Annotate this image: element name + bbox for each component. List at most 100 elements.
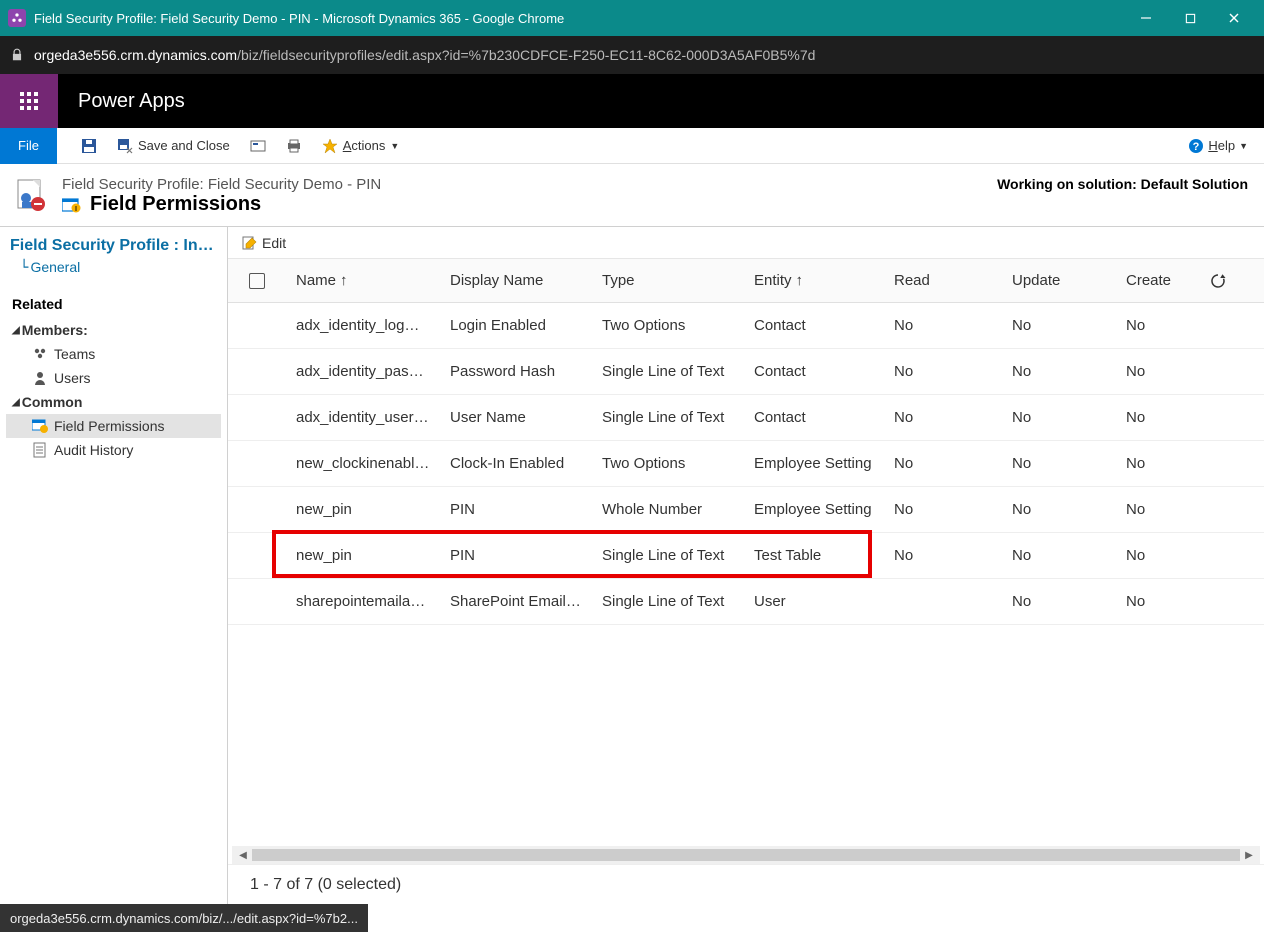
grid-pager: 1 - 7 of 7 (0 selected) [228, 864, 1264, 904]
cell-update: No [1002, 547, 1116, 564]
nav-group-members[interactable]: ◢Members: [6, 318, 221, 342]
select-all-checkbox[interactable] [249, 273, 265, 289]
cell-read: No [884, 455, 1002, 472]
nav-audit-label: Audit History [54, 442, 133, 458]
cell-display-name: Login Enabled [440, 317, 592, 334]
app-launcher-icon[interactable] [0, 74, 58, 128]
nav-teams[interactable]: Teams [6, 342, 221, 366]
table-row[interactable]: adx_identity_pas…Password HashSingle Lin… [228, 349, 1264, 395]
maximize-button[interactable] [1168, 0, 1212, 36]
lock-icon [10, 48, 24, 62]
cell-type: Single Line of Text [592, 593, 744, 610]
cell-name: adx_identity_user… [286, 409, 440, 426]
col-name[interactable]: Name↑ [286, 272, 440, 289]
save-and-close-button[interactable]: Save and Close [107, 132, 240, 160]
window-title: Field Security Profile: Field Security D… [34, 11, 1124, 26]
cell-create: No [1116, 409, 1196, 426]
cell-name: adx_identity_log… [286, 317, 440, 334]
cell-create: No [1116, 547, 1196, 564]
table-row[interactable]: adx_identity_user…User NameSingle Line o… [228, 395, 1264, 441]
sort-asc-icon: ↑ [796, 272, 804, 289]
cell-type: Single Line of Text [592, 409, 744, 426]
help-button[interactable]: ? Help ▼ [1182, 138, 1254, 154]
url-host: orgeda3e556.crm.dynamics.com [34, 47, 237, 63]
cell-entity: Test Table [744, 547, 884, 564]
save-close-label: Save and Close [138, 138, 230, 153]
toolbar: File Save and Close Actions ▼ ? Help ▼ [0, 128, 1264, 164]
audit-icon [32, 442, 48, 458]
scroll-right-icon[interactable]: ▶ [1242, 848, 1256, 862]
cell-entity: User [744, 593, 884, 610]
col-display-name[interactable]: Display Name [440, 272, 592, 289]
cell-read: No [884, 363, 1002, 380]
chevron-down-icon: ▼ [1239, 141, 1248, 151]
cell-entity: Contact [744, 317, 884, 334]
nav-title[interactable]: Field Security Profile : Inf… [6, 235, 221, 257]
cell-name: new_pin [286, 501, 440, 518]
collapse-icon: ◢ [12, 325, 20, 336]
field-permissions-small-icon [32, 418, 48, 434]
refresh-button[interactable] [1196, 272, 1240, 290]
nav-field-permissions[interactable]: Field Permissions [6, 414, 221, 438]
toolbar-icon-1[interactable] [240, 132, 276, 160]
actions-label: Actions [343, 138, 386, 153]
file-menu[interactable]: File [0, 128, 57, 164]
help-icon: ? [1188, 138, 1204, 154]
cell-display-name: PIN [440, 501, 592, 518]
save-button[interactable] [71, 132, 107, 160]
cell-display-name: Password Hash [440, 363, 592, 380]
nav-audit-history[interactable]: Audit History [6, 438, 221, 462]
col-create[interactable]: Create [1116, 272, 1196, 289]
grid: Name↑ Display Name Type Entity↑ Read Upd… [228, 259, 1264, 846]
close-button[interactable] [1212, 0, 1256, 36]
users-icon [32, 370, 48, 386]
save-close-icon [117, 138, 133, 154]
browser-url-bar[interactable]: orgeda3e556.crm.dynamics.com/biz/fieldse… [0, 36, 1264, 74]
col-type[interactable]: Type [592, 272, 744, 289]
grid-toolbar: Edit [228, 227, 1264, 259]
nav-users[interactable]: Users [6, 366, 221, 390]
table-row[interactable]: adx_identity_log…Login EnabledTwo Option… [228, 303, 1264, 349]
scroll-track[interactable] [252, 849, 1240, 861]
url-path: /biz/fieldsecurityprofiles/edit.aspx?id=… [237, 47, 815, 63]
chevron-down-icon: ▼ [390, 141, 399, 151]
cell-type: Whole Number [592, 501, 744, 518]
cell-type: Single Line of Text [592, 547, 744, 564]
cell-update: No [1002, 455, 1116, 472]
cell-read: No [884, 501, 1002, 518]
cell-create: No [1116, 501, 1196, 518]
sort-asc-icon: ↑ [340, 272, 348, 289]
cell-name: sharepointemaila… [286, 593, 440, 610]
minimize-button[interactable] [1124, 0, 1168, 36]
cell-entity: Contact [744, 409, 884, 426]
table-row[interactable]: sharepointemaila…SharePoint Email …Singl… [228, 579, 1264, 625]
breadcrumb: Field Security Profile: Field Security D… [62, 176, 381, 193]
edit-button[interactable]: Edit [236, 233, 292, 253]
cell-update: No [1002, 363, 1116, 380]
actions-menu[interactable]: Actions ▼ [312, 132, 410, 160]
horizontal-scrollbar[interactable]: ◀ ▶ [232, 846, 1260, 864]
app-brand: Power Apps [58, 74, 185, 128]
table-row[interactable]: new_pinPINSingle Line of TextTest TableN… [228, 533, 1264, 579]
col-checkbox[interactable] [228, 273, 286, 289]
nav-general[interactable]: General [6, 257, 221, 286]
cell-display-name: SharePoint Email … [440, 593, 592, 610]
scroll-left-icon[interactable]: ◀ [236, 848, 250, 862]
cell-type: Two Options [592, 455, 744, 472]
col-entity[interactable]: Entity↑ [744, 272, 884, 289]
cell-update: No [1002, 409, 1116, 426]
cell-name: adx_identity_pas… [286, 363, 440, 380]
col-read[interactable]: Read [884, 272, 1002, 289]
nav-users-label: Users [54, 370, 91, 386]
table-row[interactable]: new_pinPINWhole NumberEmployee SettingNo… [228, 487, 1264, 533]
page-header: Field Security Profile: Field Security D… [0, 164, 1264, 226]
cell-create: No [1116, 593, 1196, 610]
edit-icon [242, 235, 258, 251]
nav-members-label: Members: [22, 322, 88, 338]
col-update[interactable]: Update [1002, 272, 1116, 289]
table-row[interactable]: new_clockinenabl…Clock-In EnabledTwo Opt… [228, 441, 1264, 487]
teams-icon [32, 346, 48, 362]
toolbar-icon-2[interactable] [276, 132, 312, 160]
cell-update: No [1002, 501, 1116, 518]
nav-group-common[interactable]: ◢Common [6, 390, 221, 414]
